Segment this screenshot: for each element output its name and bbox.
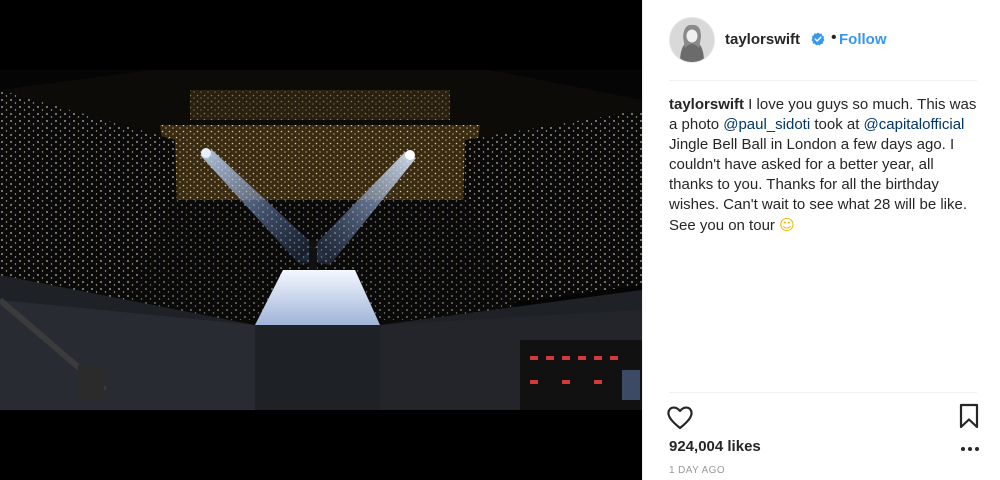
- follow-button[interactable]: Follow: [839, 31, 887, 48]
- concert-photo: [0, 70, 642, 410]
- caption-text: took at: [810, 116, 864, 133]
- post-actions: [665, 402, 981, 432]
- bookmark-icon[interactable]: [957, 402, 981, 430]
- caption-username[interactable]: taylorswift: [669, 96, 744, 113]
- likes-count[interactable]: 924,004 likes: [669, 438, 761, 455]
- post-media: [0, 0, 642, 480]
- header-separator: •: [831, 29, 837, 46]
- smile-emoji-icon: ☺: [779, 216, 795, 234]
- post-caption: taylorswift I love you guys so much. Thi…: [669, 95, 979, 236]
- avatar[interactable]: [669, 17, 715, 63]
- heart-icon[interactable]: [665, 402, 695, 432]
- mention-link[interactable]: @paul_sidoti: [723, 116, 810, 133]
- actions-divider: [669, 392, 977, 393]
- post-details-panel: taylorswift • Follow taylorswift I love …: [642, 0, 1000, 480]
- header-divider: [669, 80, 977, 81]
- more-options-icon[interactable]: [959, 444, 981, 454]
- avatar-image: [670, 18, 714, 62]
- caption-text: Jingle Bell Ball in London a few days ag…: [669, 136, 968, 234]
- header-username[interactable]: taylorswift: [725, 31, 800, 48]
- verified-badge-icon: [811, 32, 825, 46]
- post-timestamp[interactable]: 1 DAY AGO: [669, 465, 725, 476]
- mention-link[interactable]: @capitalofficial: [864, 116, 965, 133]
- post-photo[interactable]: [0, 70, 642, 410]
- post-header: taylorswift • Follow: [643, 0, 1000, 80]
